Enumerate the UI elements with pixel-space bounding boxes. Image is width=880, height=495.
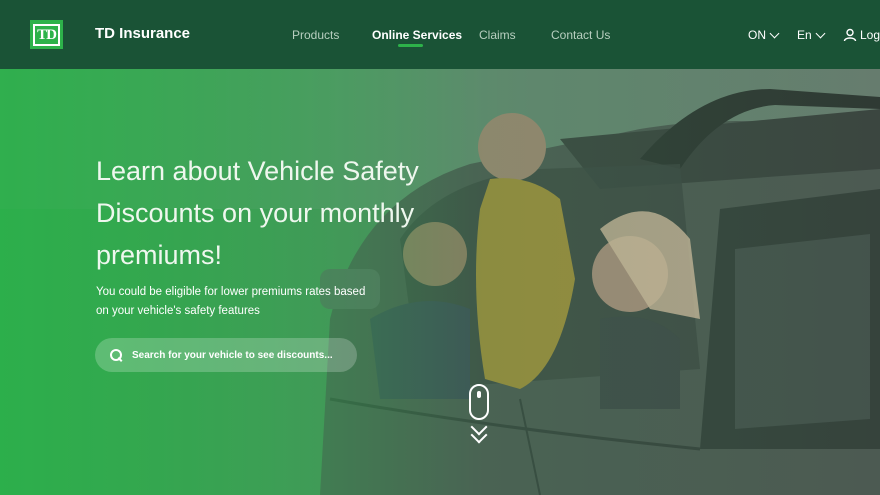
- hero-subtext: You could be eligible for lower premiums…: [96, 286, 366, 317]
- province-selector[interactable]: ON: [748, 28, 780, 42]
- province-label: ON: [748, 28, 766, 42]
- search-placeholder: Search for your vehicle to see discounts…: [132, 349, 333, 361]
- green-gradient-overlay: [0, 69, 880, 495]
- login-label: Log: [860, 28, 880, 42]
- search-icon: [110, 348, 123, 362]
- scroll-mouse-icon[interactable]: [469, 384, 489, 420]
- nav-link-products[interactable]: Products: [292, 28, 339, 42]
- language-label: En: [797, 28, 812, 42]
- brand-name[interactable]: TD Insurance: [95, 25, 190, 42]
- td-logo[interactable]: TD: [30, 20, 63, 49]
- top-navigation: TD TD Insurance Products Online Services…: [0, 0, 880, 69]
- hero-headline: Learn about Vehicle Safety Discounts on …: [96, 156, 419, 270]
- vehicle-search-input[interactable]: Search for your vehicle to see discounts…: [95, 338, 357, 372]
- active-tab-indicator: [398, 44, 423, 47]
- user-icon: [843, 28, 857, 42]
- language-selector[interactable]: En: [797, 28, 826, 42]
- chevron-down-icon: [815, 28, 826, 38]
- login-link[interactable]: Log: [843, 28, 880, 42]
- nav-link-claims[interactable]: Claims: [479, 28, 516, 42]
- logo-text: TD: [33, 23, 60, 46]
- chevron-down-icon: [769, 28, 780, 38]
- nav-link-contact-us[interactable]: Contact Us: [551, 28, 610, 42]
- nav-link-online-services[interactable]: Online Services: [372, 28, 462, 42]
- hero-banner: Learn about Vehicle Safety Discounts on …: [0, 69, 880, 495]
